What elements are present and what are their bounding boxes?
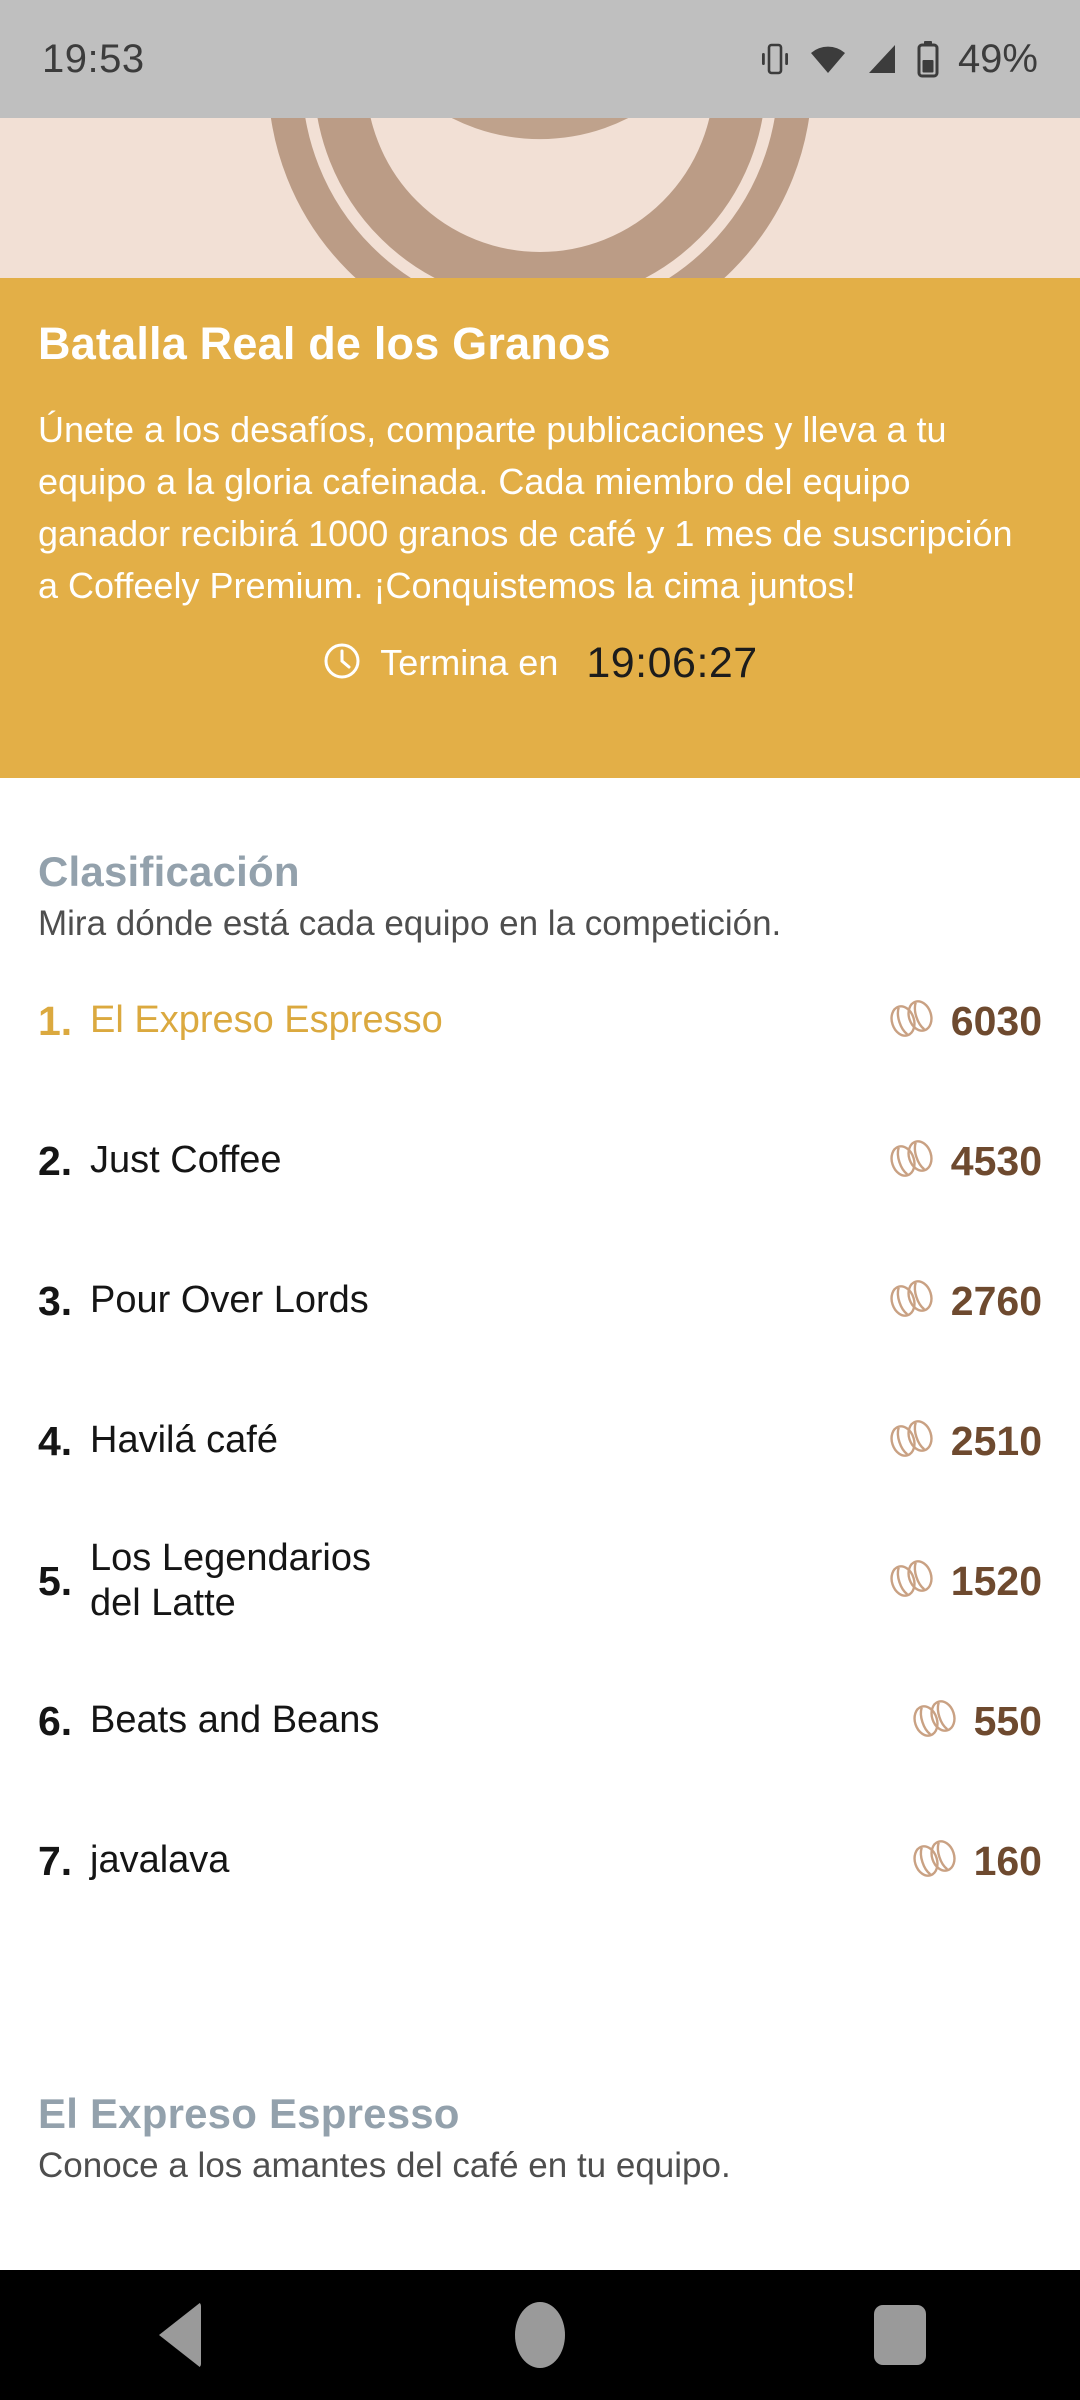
score-value: 4530 — [950, 1137, 1042, 1184]
app-screen: 19:53 49% Batalla Real de los Granos Úne… — [0, 0, 1080, 2400]
coffee-cup-illustration — [271, 118, 809, 278]
leaderboard-list: 1. El Expreso Espresso 6030 2. Just Coff… — [0, 975, 1080, 1907]
countdown-label: Termina en — [380, 642, 559, 683]
coffee-beans-icon — [909, 1697, 961, 1746]
rank-number: 2. — [38, 1137, 73, 1184]
leaderboard-row[interactable]: 5. Los Legendarios del Latte 1520 — [38, 1535, 1042, 1627]
score-value: 2760 — [950, 1277, 1042, 1324]
team-section-subtitle: Conoce a los amantes del café en tu equi… — [38, 2146, 731, 2185]
coffee-beans-icon — [886, 1137, 938, 1186]
team-section-title: El Expreso Espresso — [38, 2090, 460, 2137]
challenge-description: Únete a los desafíos, comparte publicaci… — [38, 408, 1013, 607]
coffee-beans-icon — [886, 997, 938, 1046]
hero-banner-image — [0, 118, 1080, 278]
rank-number: 4. — [38, 1417, 73, 1464]
team-name: El Expreso Espresso — [90, 999, 443, 1042]
leaderboard-title: Clasificación — [38, 848, 300, 895]
rank-number: 3. — [38, 1277, 73, 1324]
rank-number: 7. — [38, 1837, 73, 1884]
cellular-signal-icon — [864, 42, 900, 76]
team-section-header: El Expreso Espresso Conoce a los amantes… — [0, 2090, 1080, 2186]
status-clock: 19:53 — [42, 36, 145, 81]
coffee-beans-icon — [886, 1557, 938, 1606]
team-score: 2510 — [886, 1417, 1042, 1466]
back-icon — [159, 2302, 201, 2368]
home-icon — [515, 2302, 565, 2368]
challenge-title: Batalla Real de los Granos — [38, 318, 611, 369]
score-value: 6030 — [950, 997, 1042, 1044]
team-score: 6030 — [886, 997, 1042, 1046]
back-button[interactable] — [120, 2270, 240, 2400]
team-name: javalava — [90, 1839, 230, 1882]
battery-icon — [916, 40, 940, 78]
team-name: Pour Over Lords — [90, 1279, 369, 1322]
team-name: Beats and Beans — [90, 1699, 380, 1742]
countdown: Termina en 19:06:27 — [38, 639, 1042, 688]
status-bar: 19:53 49% — [0, 0, 1080, 118]
leaderboard-row[interactable]: 1. El Expreso Espresso 6030 — [38, 975, 1042, 1067]
coffee-beans-icon — [886, 1277, 938, 1326]
team-name: Los Legendarios del Latte — [90, 1537, 371, 1624]
recents-icon — [874, 2305, 926, 2365]
leaderboard-row[interactable]: 4. Havilá café 2510 — [38, 1395, 1042, 1487]
score-value: 160 — [973, 1837, 1042, 1884]
home-button[interactable] — [480, 2270, 600, 2400]
team-score: 1520 — [886, 1557, 1042, 1606]
coffee-beans-icon — [886, 1417, 938, 1466]
team-score: 160 — [909, 1837, 1042, 1886]
score-value: 550 — [973, 1697, 1042, 1744]
status-icons: 49% — [758, 37, 1038, 82]
team-name: Just Coffee — [90, 1139, 282, 1182]
team-score: 4530 — [886, 1137, 1042, 1186]
leaderboard-row[interactable]: 2. Just Coffee 4530 — [38, 1115, 1042, 1207]
leaderboard-row[interactable]: 6. Beats and Beans 550 — [38, 1675, 1042, 1767]
team-score: 550 — [909, 1697, 1042, 1746]
rank-number: 1. — [38, 997, 73, 1044]
wifi-icon — [808, 42, 848, 76]
leaderboard-subtitle: Mira dónde está cada equipo en la compet… — [38, 904, 782, 943]
leaderboard-row[interactable]: 3. Pour Over Lords 2760 — [38, 1255, 1042, 1347]
battery-percent: 49% — [957, 36, 1038, 81]
clock-icon — [322, 641, 362, 686]
challenge-banner: Batalla Real de los Granos Únete a los d… — [0, 278, 1080, 778]
leaderboard-row[interactable]: 7. javalava 160 — [38, 1815, 1042, 1907]
countdown-timer: 19:06:27 — [586, 638, 758, 687]
score-value: 2510 — [950, 1417, 1042, 1464]
team-score: 2760 — [886, 1277, 1042, 1326]
coffee-beans-icon — [909, 1837, 961, 1886]
recents-button[interactable] — [840, 2270, 960, 2400]
vibrate-icon — [758, 40, 792, 78]
rank-number: 6. — [38, 1697, 73, 1744]
score-value: 1520 — [950, 1557, 1042, 1604]
android-nav-bar — [0, 2270, 1080, 2400]
leaderboard-header: Clasificación Mira dónde está cada equip… — [0, 848, 1080, 944]
rank-number: 5. — [38, 1557, 73, 1604]
team-name: Havilá café — [90, 1419, 278, 1462]
